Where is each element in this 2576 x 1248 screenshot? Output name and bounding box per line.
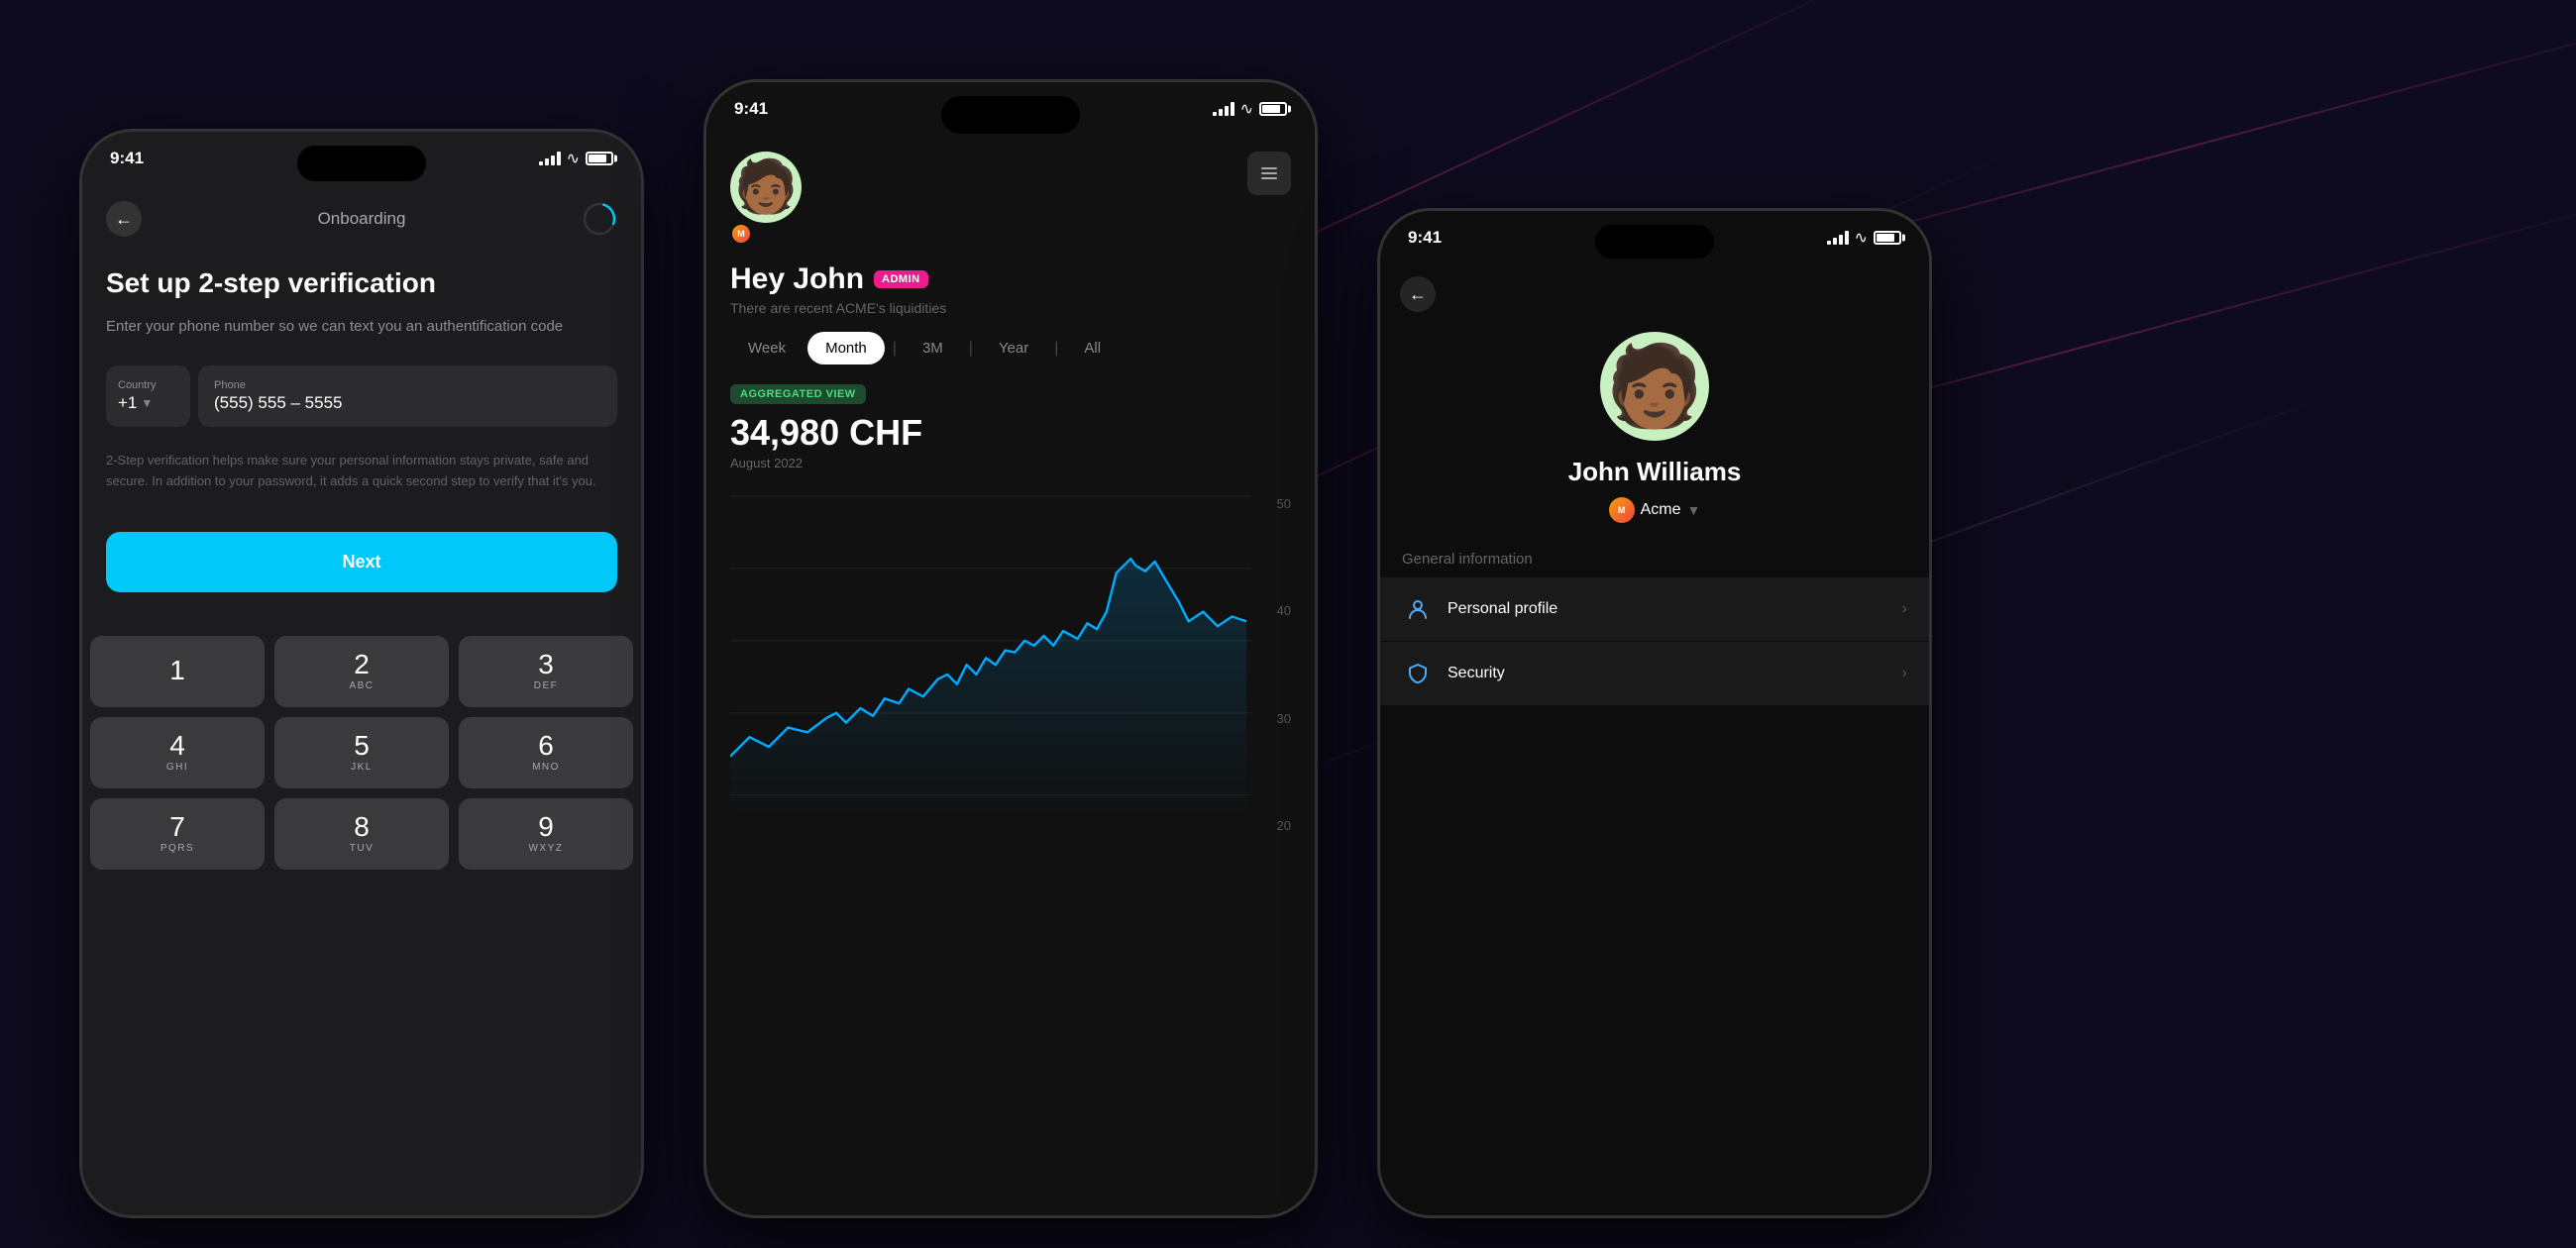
shield-icon	[1402, 658, 1434, 689]
battery-icon-1	[586, 152, 613, 165]
company-name: Acme	[1641, 501, 1681, 519]
key-2[interactable]: 2 ABC	[274, 636, 449, 707]
status-icons-3: ∿	[1827, 228, 1901, 248]
phone-1-screen: 9:41 ∿ ← Onboarding	[82, 132, 641, 1215]
status-time-1: 9:41	[110, 149, 144, 168]
menu-item-personal-profile[interactable]: Personal profile ›	[1380, 577, 1929, 641]
wifi-icon-3: ∿	[1855, 228, 1868, 248]
phones-container: 9:41 ∿ ← Onboarding	[79, 50, 1932, 1218]
company-badge[interactable]: M Acme ▼	[1380, 497, 1929, 523]
wifi-icon-2: ∿	[1240, 99, 1253, 119]
phone-input-row: Country +1 ▼ Phone (555) 555 – 5555	[106, 365, 617, 427]
chart-value: 34,980 CHF	[730, 412, 1291, 454]
tab-year[interactable]: Year	[981, 332, 1046, 364]
tab-all[interactable]: All	[1066, 332, 1119, 364]
tab-month[interactable]: Month	[807, 332, 885, 364]
dynamic-island-2	[941, 96, 1080, 134]
status-time-2: 9:41	[734, 99, 768, 119]
verification-description: Enter your phone number so we can text y…	[106, 316, 617, 339]
user-avatar: 🧑🏾	[730, 152, 802, 223]
personal-profile-label: Personal profile	[1448, 600, 1557, 618]
divider-2: |	[969, 340, 973, 358]
profile-name: John Williams	[1380, 457, 1929, 487]
country-code: +1 ▼	[118, 393, 178, 413]
company-chevron-icon: ▼	[1687, 502, 1701, 518]
phone-onboarding: 9:41 ∿ ← Onboarding	[79, 129, 644, 1218]
y-label-30: 30	[1277, 711, 1291, 726]
country-selector[interactable]: Country +1 ▼	[106, 365, 190, 427]
verification-info-text: 2-Step verification helps make sure your…	[106, 451, 617, 492]
profile-avatar-wrap: 🧑🏾	[1380, 312, 1929, 457]
line-chart	[730, 486, 1251, 814]
key-5[interactable]: 5 JKL	[274, 717, 449, 788]
next-button[interactable]: Next	[106, 532, 617, 592]
tab-week[interactable]: Week	[730, 332, 804, 364]
phone-input-field[interactable]: Phone (555) 555 – 5555	[198, 365, 617, 427]
key-6[interactable]: 6 MNO	[459, 717, 633, 788]
phone-3-screen: 9:41 ∿ ←	[1380, 211, 1929, 1215]
onboarding-label: Onboarding	[318, 209, 406, 229]
section-title: General information	[1380, 551, 1929, 568]
phone-value: (555) 555 – 5555	[214, 393, 601, 413]
battery-icon-2	[1259, 102, 1287, 116]
period-tabs: Week Month | 3M | Year | All	[706, 332, 1315, 364]
status-icons-1: ∿	[539, 149, 613, 168]
y-label-40: 40	[1277, 603, 1291, 618]
signal-icon-2	[1213, 102, 1234, 116]
tab-3m[interactable]: 3M	[905, 332, 961, 364]
personal-profile-chevron: ›	[1902, 600, 1907, 618]
key-3[interactable]: 3 DEF	[459, 636, 633, 707]
avatar-wrap[interactable]: 🧑🏾 M	[730, 152, 802, 245]
wifi-icon-1: ∿	[567, 149, 580, 168]
signal-icon-1	[539, 152, 561, 165]
status-icons-2: ∿	[1213, 99, 1287, 119]
phone-1-body: Set up 2-step verification Enter your ph…	[82, 247, 641, 636]
verification-title: Set up 2-step verification	[106, 266, 617, 300]
chart-date: August 2022	[730, 456, 1291, 470]
key-9[interactable]: 9 WXYZ	[459, 798, 633, 870]
back-button[interactable]: ←	[106, 201, 142, 237]
admin-badge: ADMIN	[874, 270, 928, 288]
key-7[interactable]: 7 PQRS	[90, 798, 265, 870]
chart-container: AGGREGATED VIEW 34,980 CHF August 2022 5…	[706, 384, 1315, 843]
phone-label: Phone	[214, 379, 601, 391]
company-logo: M	[1609, 497, 1635, 523]
dashboard-greeting: Hey John ADMIN There are recent ACME's l…	[706, 255, 1315, 332]
dynamic-island-1	[297, 146, 426, 181]
divider-3: |	[1054, 340, 1058, 358]
onboarding-header: ← Onboarding	[82, 185, 641, 247]
key-8[interactable]: 8 TUV	[274, 798, 449, 870]
menu-item-security[interactable]: Security ›	[1380, 642, 1929, 705]
person-icon	[1402, 593, 1434, 625]
divider-1: |	[893, 340, 897, 358]
company-badge-avatar: M	[730, 223, 752, 245]
phone-2-screen: 9:41 ∿ 🧑	[706, 82, 1315, 1215]
profile-back-button[interactable]: ←	[1400, 276, 1436, 312]
greeting-subtitle: There are recent ACME's liquidities	[730, 300, 1291, 316]
phone-profile: 9:41 ∿ ←	[1377, 208, 1932, 1218]
country-label: Country	[118, 379, 178, 391]
dashboard-header: 🧑🏾 M	[706, 136, 1315, 255]
progress-ring	[582, 201, 617, 237]
chart-y-labels: 50 40 30 20	[1277, 486, 1291, 843]
key-4[interactable]: 4 GHI	[90, 717, 265, 788]
greeting-text: Hey John	[730, 262, 864, 296]
battery-icon-3	[1874, 231, 1901, 245]
dynamic-island-3	[1595, 225, 1714, 259]
aggregated-tag: AGGREGATED VIEW	[730, 384, 866, 404]
signal-icon-3	[1827, 231, 1849, 245]
y-label-50: 50	[1277, 496, 1291, 511]
status-time-3: 9:41	[1408, 228, 1442, 248]
numeric-keypad: 1 2 ABC 3 DEF 4 GHI 5 JKL	[82, 636, 641, 870]
profile-avatar: 🧑🏾	[1600, 332, 1709, 441]
security-label: Security	[1448, 665, 1505, 682]
list-view-button[interactable]	[1247, 152, 1291, 195]
profile-header: ←	[1380, 264, 1929, 312]
security-chevron: ›	[1902, 665, 1907, 682]
phone-dashboard: 9:41 ∿ 🧑	[703, 79, 1318, 1218]
y-label-20: 20	[1277, 818, 1291, 833]
key-1[interactable]: 1	[90, 636, 265, 707]
chart-area: 50 40 30 20	[730, 486, 1291, 843]
